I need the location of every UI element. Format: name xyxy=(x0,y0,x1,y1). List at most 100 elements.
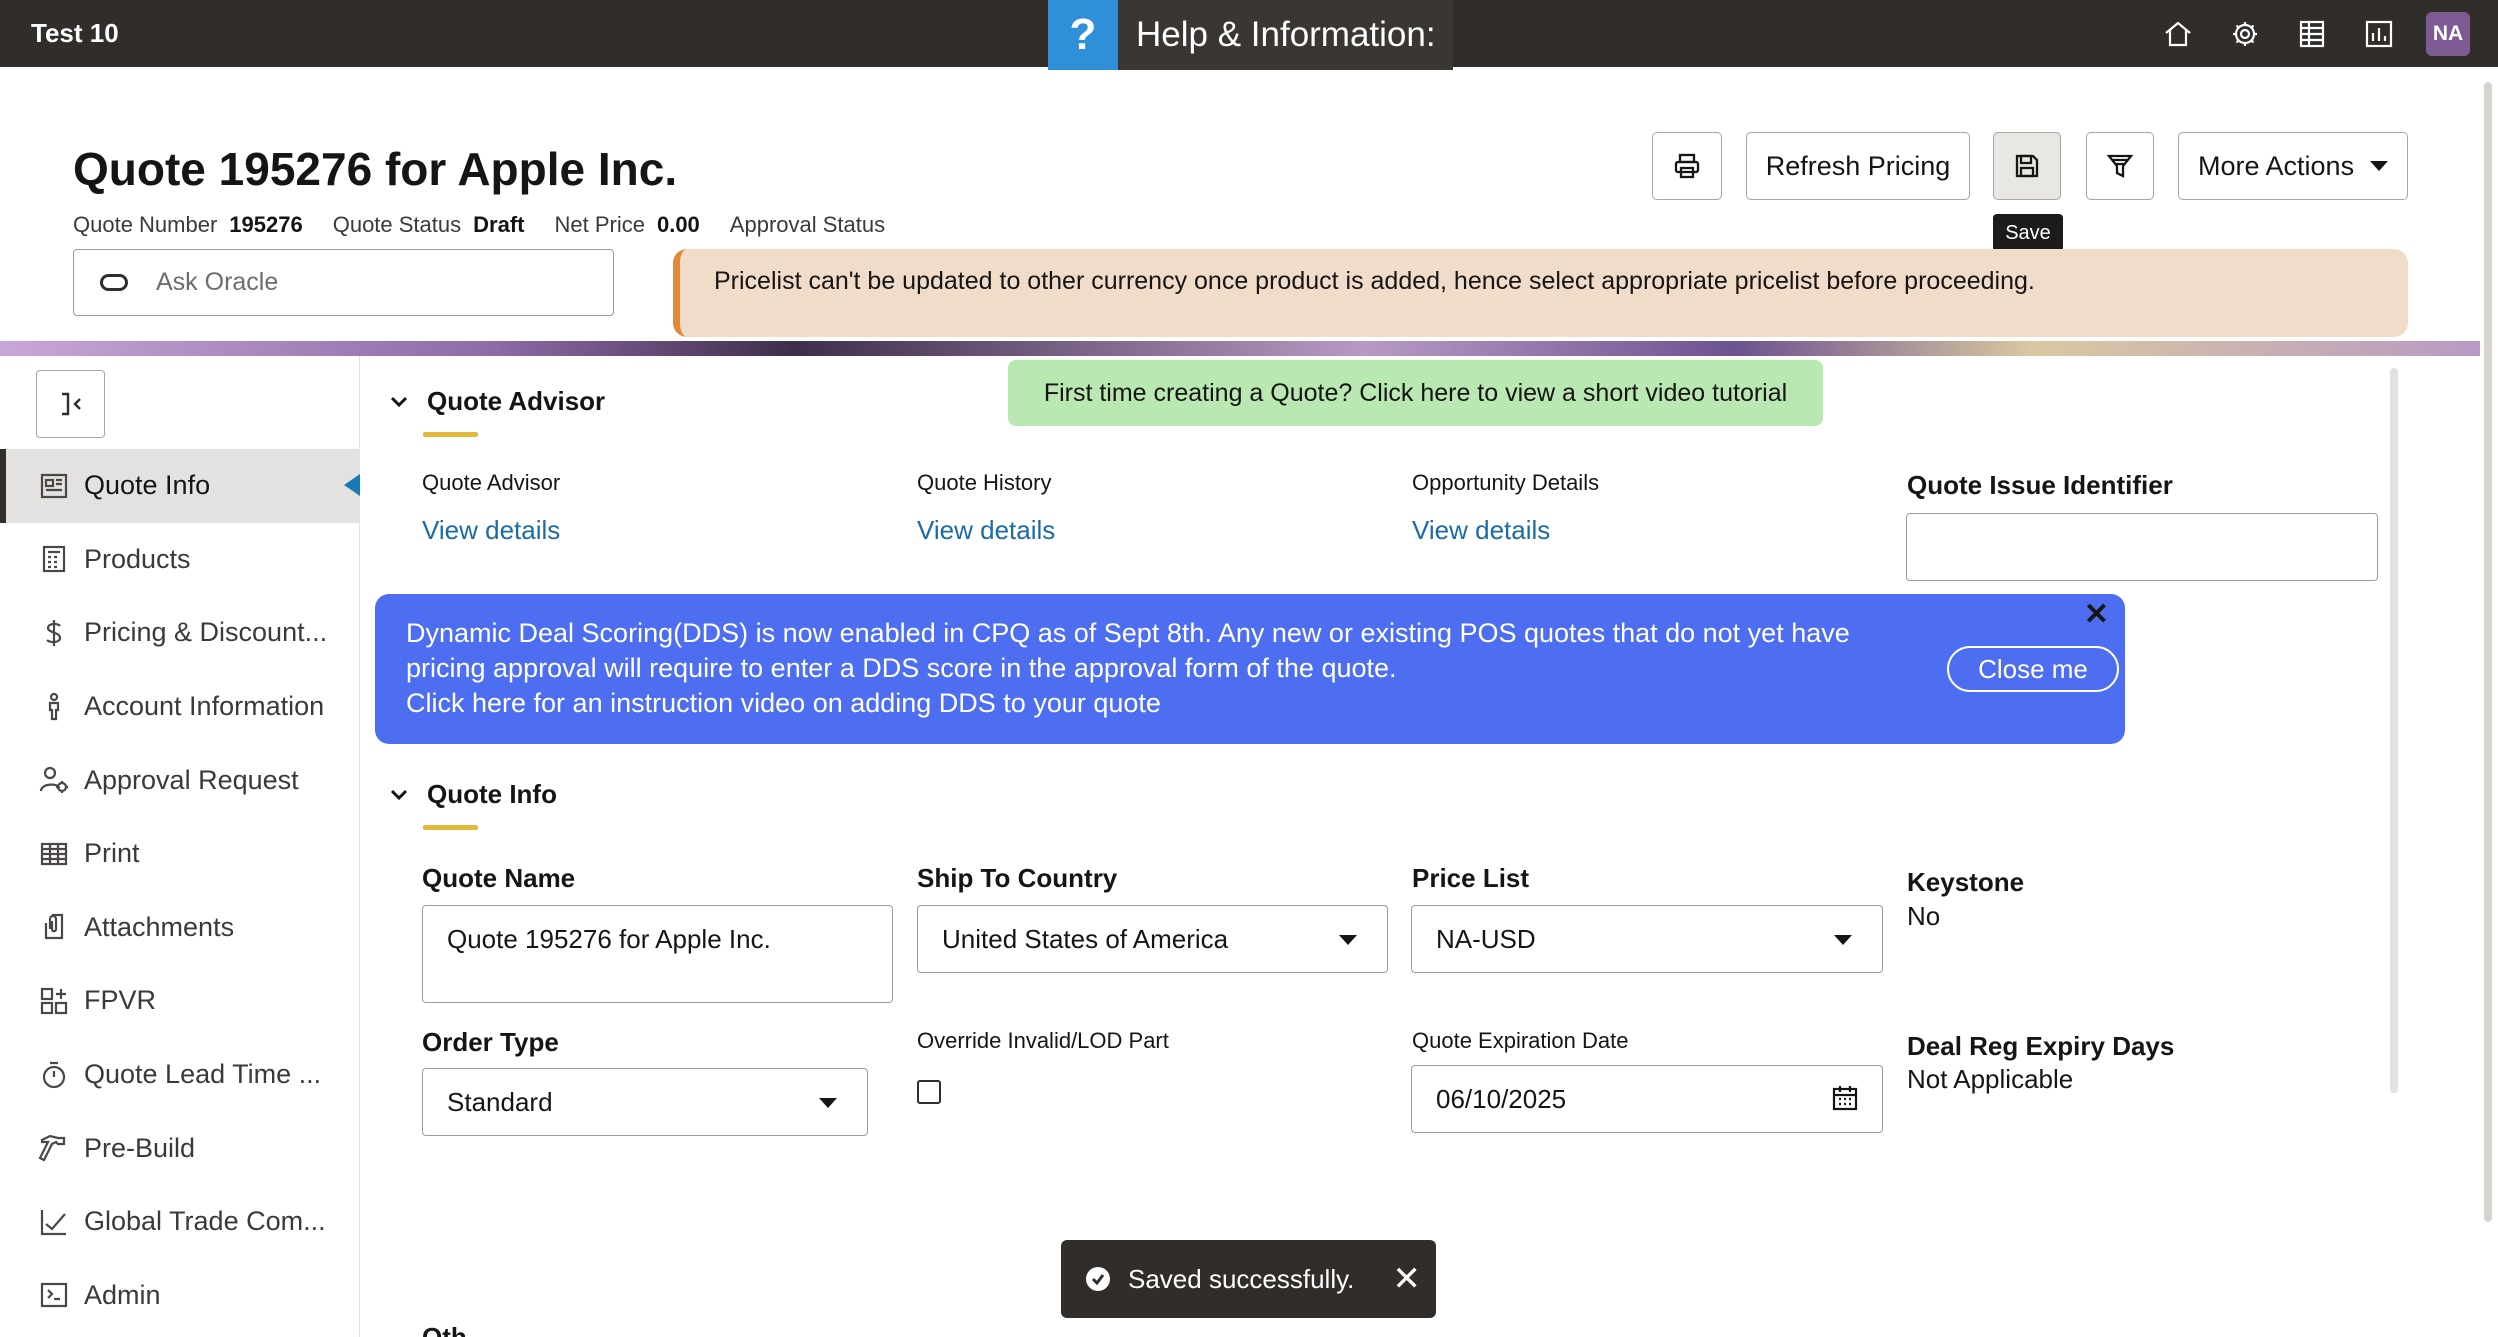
meta-value: 195276 xyxy=(229,212,303,237)
meta-value: 0.00 xyxy=(656,212,700,237)
sidebar-item-pricing[interactable]: Pricing & Discount... xyxy=(0,596,360,670)
print-button[interactable] xyxy=(1652,132,1722,200)
sidebar-item-account-information[interactable]: Account Information xyxy=(0,670,360,744)
avatar[interactable]: NA xyxy=(2426,11,2470,56)
sidebar-item-label: Print xyxy=(84,838,140,869)
chart-icon[interactable] xyxy=(2359,14,2399,54)
sidebar-item-quote-info[interactable]: Quote Info xyxy=(0,449,360,523)
more-actions-label: More Actions xyxy=(2198,150,2355,181)
ship-to-country-select[interactable]: United States of America xyxy=(917,905,1388,973)
hammer-icon xyxy=(38,1132,70,1164)
chevron-down-icon xyxy=(1339,935,1357,945)
sidebar-item-label: Global Trade Com... xyxy=(84,1206,326,1237)
section-underline xyxy=(423,432,478,437)
opportunity-details-view-details-link[interactable]: View details xyxy=(1412,515,1599,546)
attachment-icon xyxy=(38,911,70,943)
section-title: Quote Advisor xyxy=(427,386,606,416)
content-scrollbar[interactable] xyxy=(2390,368,2398,1093)
close-icon[interactable]: ✕ xyxy=(2084,600,2109,630)
quote-info-section-toggle[interactable]: Quote Info xyxy=(387,779,557,810)
pricelist-warning-banner: Pricelist can't be updated to other curr… xyxy=(673,249,2408,337)
saved-toast: Saved successfully. ✕ xyxy=(1061,1240,1436,1318)
chevron-down-icon xyxy=(1834,935,1852,945)
pricelist-warning-text: Pricelist can't be updated to other curr… xyxy=(714,267,2035,295)
video-tutorial-banner[interactable]: First time creating a Quote? Click here … xyxy=(1008,360,1823,426)
column-label: Quote History xyxy=(917,470,1052,495)
quote-history-view-details-link[interactable]: View details xyxy=(917,515,1055,546)
meta-label: Quote Status xyxy=(332,212,462,237)
date-value: 06/10/2025 xyxy=(1436,1083,1567,1114)
page-scrollbar[interactable] xyxy=(2484,82,2492,1222)
person-icon xyxy=(38,691,70,723)
ship-to-country-label: Ship To Country xyxy=(917,863,1118,893)
sidebar-item-print[interactable]: Print xyxy=(0,817,360,891)
ask-oracle-input[interactable] xyxy=(156,268,586,297)
dds-announcement-text: Dynamic Deal Scoring(DDS) is now enabled… xyxy=(406,616,1866,721)
sidebar-item-products[interactable]: Products xyxy=(0,523,360,597)
more-actions-button[interactable]: More Actions xyxy=(2178,132,2408,200)
dds-line: Dynamic Deal Scoring(DDS) is now enabled… xyxy=(406,618,1850,648)
order-type-label: Order Type xyxy=(422,1027,559,1057)
refresh-pricing-button[interactable]: Refresh Pricing xyxy=(1746,132,1970,200)
close-me-button[interactable]: Close me xyxy=(1947,646,2119,692)
price-list-label: Price List xyxy=(1412,863,1530,893)
dds-video-link[interactable]: Click here for an instruction video on a… xyxy=(406,686,1866,721)
sidebar-item-admin[interactable]: Admin xyxy=(0,1259,360,1333)
quote-name-input[interactable] xyxy=(422,905,893,1003)
quote-name-label: Quote Name xyxy=(422,863,576,893)
column-label: Opportunity Details xyxy=(1412,470,1600,495)
sidebar-item-global-trade[interactable]: Global Trade Com... xyxy=(0,1185,360,1259)
selected-value: United States of America xyxy=(942,923,1229,954)
sidebar-item-fpvr[interactable]: FPVR xyxy=(0,964,360,1038)
filter-button[interactable] xyxy=(2086,132,2154,200)
sidebar-item-attachments[interactable]: Attachments xyxy=(0,891,360,965)
quote-advisor-column: Quote Advisor View details xyxy=(422,470,560,546)
check-icon xyxy=(38,1206,70,1238)
deal-reg-expiry-days-value: Not Applicable xyxy=(1907,1064,2074,1094)
dds-announcement-banner[interactable]: Dynamic Deal Scoring(DDS) is now enabled… xyxy=(375,594,2125,744)
products-icon xyxy=(38,543,70,575)
top-bar: Test 10 ? Help & Information: NA xyxy=(0,0,2498,70)
sidebar: Quote Info Products Pricing & Discount..… xyxy=(0,356,360,1337)
quote-expiration-date-input[interactable]: 06/10/2025 xyxy=(1411,1065,1883,1133)
calendar-icon[interactable] xyxy=(1830,1083,1860,1113)
quote-expiration-date-label: Quote Expiration Date xyxy=(1412,1028,1629,1053)
help-label: Help & Information: xyxy=(1136,15,1436,54)
approval-icon xyxy=(38,764,70,796)
deal-reg-expiry-days-label: Deal Reg Expiry Days xyxy=(1907,1031,2175,1061)
override-invalid-lod-part-checkbox[interactable] xyxy=(917,1080,941,1104)
quote-advisor-view-details-link[interactable]: View details xyxy=(422,515,560,546)
price-list-select[interactable]: NA-USD xyxy=(1411,905,1883,973)
selected-value: NA-USD xyxy=(1436,923,1536,954)
quote-advisor-section-toggle[interactable]: Quote Advisor xyxy=(387,386,605,417)
widgets-icon xyxy=(38,985,70,1017)
page-title: Quote 195276 for Apple Inc. xyxy=(73,143,678,195)
decorative-banner-strip xyxy=(0,341,2480,356)
sidebar-item-pre-build[interactable]: Pre-Build xyxy=(0,1111,360,1185)
sidebar-item-quote-lead-time[interactable]: Quote Lead Time ... xyxy=(0,1038,360,1112)
meta-value: Draft xyxy=(473,212,525,237)
ask-oracle-field[interactable] xyxy=(73,249,614,316)
sidebar-item-label: Quote Info xyxy=(84,470,211,501)
meta-approval-status: Approval Status xyxy=(730,212,897,238)
sidebar-nav: Quote Info Products Pricing & Discount..… xyxy=(0,449,360,1332)
sidebar-item-label: Products xyxy=(84,543,191,574)
help-information-button[interactable]: ? Help & Information: xyxy=(1048,0,1453,70)
grid-icon[interactable] xyxy=(2292,14,2332,54)
oracle-icon xyxy=(100,274,128,291)
table-icon xyxy=(38,838,70,870)
sidebar-item-approval-request[interactable]: Approval Request xyxy=(0,743,360,817)
meta-quote-status: Quote Status Draft xyxy=(333,212,525,238)
gear-icon[interactable] xyxy=(2225,14,2265,54)
meta-label: Approval Status xyxy=(729,212,886,237)
app-name[interactable]: Test 10 xyxy=(31,18,119,49)
active-indicator-icon xyxy=(344,474,360,496)
save-button[interactable] xyxy=(1993,132,2061,200)
collapse-sidebar-button[interactable] xyxy=(36,370,105,438)
close-icon[interactable]: ✕ xyxy=(1392,1262,1421,1296)
quote-history-column: Quote History View details xyxy=(917,470,1055,546)
opportunity-details-column: Opportunity Details View details xyxy=(1412,470,1599,546)
order-type-select[interactable]: Standard xyxy=(422,1068,868,1136)
home-icon[interactable] xyxy=(2158,14,2198,54)
quote-issue-identifier-input[interactable] xyxy=(1906,513,2378,581)
